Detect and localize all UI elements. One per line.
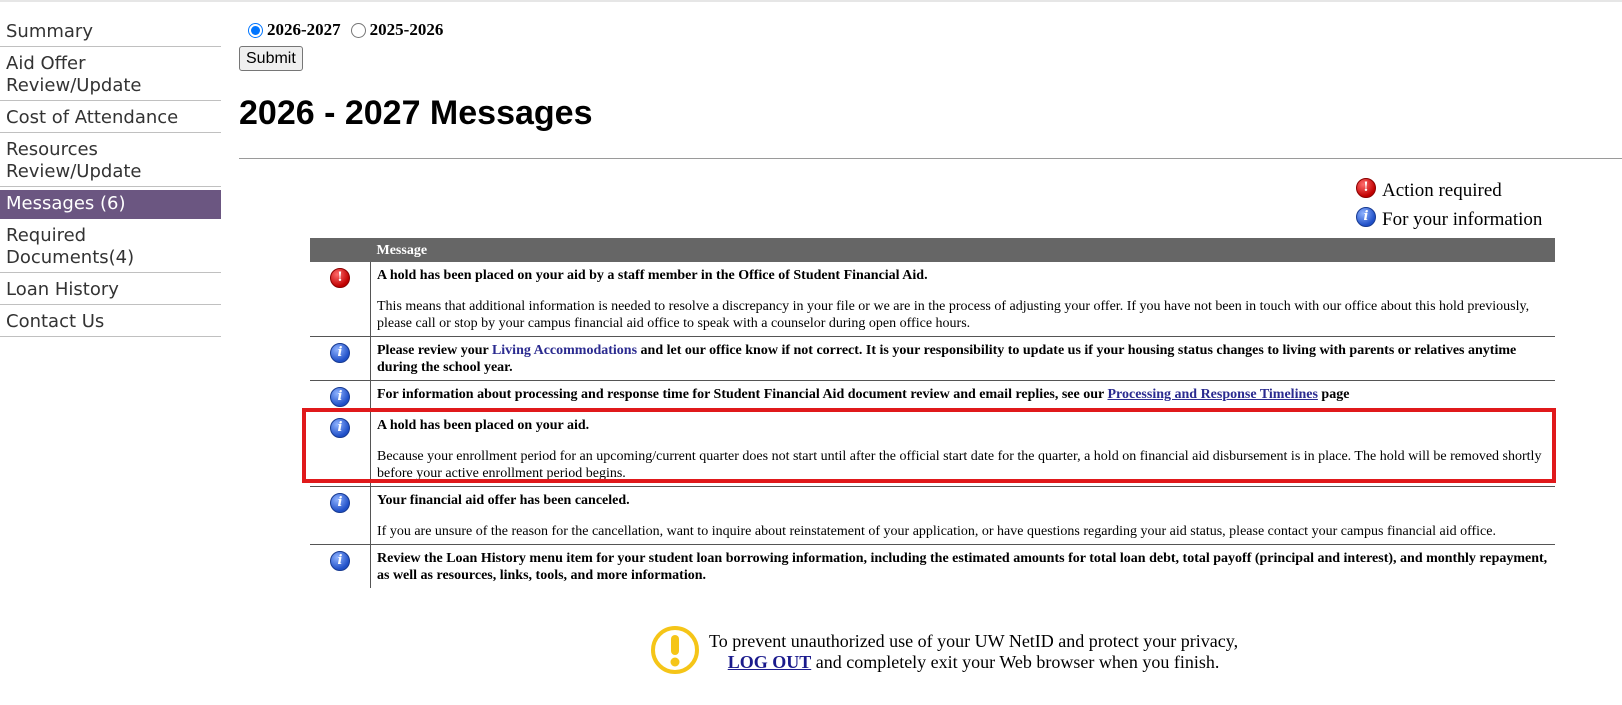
- legend-for-info: i For your information: [1356, 205, 1542, 234]
- table-row: i A hold has been placed on your aid. Be…: [310, 411, 1555, 487]
- title-divider: [239, 158, 1622, 159]
- row-icon-cell: i: [310, 486, 371, 545]
- message-text: For information about processing and res…: [377, 387, 1108, 402]
- message-cell: A hold has been placed on your aid by a …: [370, 262, 1555, 337]
- warning-icon: [651, 626, 699, 674]
- row-icon-cell: i: [310, 544, 371, 588]
- message-column-header: Message: [370, 238, 1555, 262]
- table-header-row: Message: [310, 238, 1555, 262]
- logout-notice-line1: To prevent unauthorized use of your UW N…: [709, 631, 1239, 651]
- row-icon-cell: !: [310, 262, 371, 337]
- legend-action-required: ! Action required: [1356, 176, 1542, 205]
- message-cell: Please review your Living Accommodations…: [370, 336, 1555, 381]
- info-icon: i: [1356, 206, 1376, 227]
- message-cell: Your financial aid offer has been cancel…: [370, 486, 1555, 545]
- message-subject: A hold has been placed on your aid.: [377, 418, 590, 433]
- top-divider: [0, 0, 1622, 2]
- table-row: i Your financial aid offer has been canc…: [310, 486, 1555, 545]
- submit-button[interactable]: Submit: [239, 46, 303, 71]
- icon-legend: ! Action required i For your information: [1356, 176, 1542, 234]
- info-icon: i: [330, 418, 350, 438]
- logout-notice-line2: LOG OUT and completely exit your Web bro…: [709, 652, 1238, 673]
- message-body: This means that additional information i…: [377, 299, 1530, 331]
- message-cell: For information about processing and res…: [370, 380, 1555, 412]
- table-row: i Please review your Living Accommodatio…: [310, 336, 1555, 381]
- living-accommodations-link[interactable]: Living Accommodations: [492, 343, 637, 358]
- message-cell: A hold has been placed on your aid. Beca…: [370, 411, 1555, 487]
- legend-action-label: Action required: [1382, 179, 1502, 201]
- logout-notice-text: To prevent unauthorized use of your UW N…: [709, 631, 1238, 673]
- sidebar-item-cost-of-attendance[interactable]: Cost of Attendance: [0, 104, 221, 133]
- sidebar-nav: Summary Aid Offer Review/Update Cost of …: [0, 18, 221, 340]
- sidebar-item-contact-us[interactable]: Contact Us: [0, 308, 221, 337]
- sidebar-item-messages[interactable]: Messages (6): [0, 190, 221, 219]
- page-title: 2026 - 2027 Messages: [239, 94, 593, 132]
- table-row: i Review the Loan History menu item for …: [310, 544, 1556, 589]
- message-subject: Your financial aid offer has been cancel…: [377, 493, 630, 508]
- action-required-icon: !: [330, 268, 350, 288]
- year-option-label: 2025-2026: [369, 20, 444, 39]
- message-text: page: [1317, 387, 1350, 402]
- info-icon: i: [330, 493, 350, 513]
- row-icon-cell: i: [310, 380, 371, 412]
- row-icon-cell: i: [310, 336, 371, 381]
- action-required-icon: !: [1356, 177, 1376, 198]
- year-option-label: 2026-2027: [267, 20, 341, 39]
- year-radio-2026-2027[interactable]: [248, 22, 263, 38]
- info-icon: i: [330, 343, 350, 363]
- message-subject: A hold has been placed on your aid by a …: [377, 268, 928, 283]
- table-row: i For information about processing and r…: [310, 380, 1555, 412]
- message-body: If you are unsure of the reason for the …: [377, 524, 1496, 539]
- sidebar-item-summary[interactable]: Summary: [0, 18, 221, 47]
- messages-table: Message ! A hold has been placed on your…: [310, 238, 1555, 588]
- processing-timelines-link[interactable]: Processing and Response Timelines: [1107, 387, 1317, 402]
- row-icon-cell: i: [310, 411, 371, 487]
- sidebar-item-resources[interactable]: Resources Review/Update: [0, 136, 221, 187]
- aid-year-form: 2026-2027 2025-2026 Submit: [239, 18, 451, 71]
- year-option-2026-2027[interactable]: 2026-2027: [246, 20, 341, 40]
- legend-info-label: For your information: [1382, 208, 1543, 230]
- info-icon: i: [330, 551, 350, 571]
- message-subject: Please review your Living Accommodations…: [377, 342, 1549, 376]
- icon-column-header: [310, 238, 371, 262]
- message-text: Please review your: [377, 343, 492, 358]
- info-icon: i: [330, 387, 350, 407]
- logout-notice-line2-text: and completely exit your Web browser whe…: [811, 652, 1220, 672]
- message-subject: Review the Loan History menu item for yo…: [377, 551, 1548, 583]
- logout-link[interactable]: LOG OUT: [728, 652, 812, 672]
- aid-year-options: 2026-2027 2025-2026: [246, 18, 451, 42]
- message-subject: For information about processing and res…: [377, 386, 1549, 403]
- sidebar-item-loan-history[interactable]: Loan History: [0, 276, 221, 305]
- table-row: ! A hold has been placed on your aid by …: [310, 262, 1555, 337]
- sidebar-item-aid-offer[interactable]: Aid Offer Review/Update: [0, 50, 221, 101]
- sidebar-item-required-documents[interactable]: Required Documents(4): [0, 222, 221, 273]
- logout-notice: To prevent unauthorized use of your UW N…: [650, 625, 1238, 675]
- year-radio-2025-2026[interactable]: [350, 22, 366, 38]
- message-cell: Review the Loan History menu item for yo…: [371, 545, 1556, 589]
- year-option-2025-2026[interactable]: 2025-2026: [349, 20, 444, 40]
- message-body: Because your enrollment period for an up…: [377, 449, 1542, 481]
